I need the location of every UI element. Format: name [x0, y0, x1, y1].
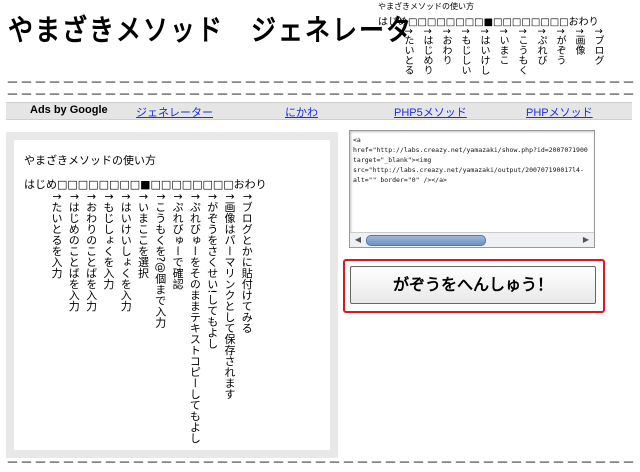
howto-column-label: ↑こうもくを?@個まで入力	[153, 192, 167, 329]
horizontal-scrollbar[interactable]: ◀ ▶	[350, 232, 594, 247]
howto-panel: やまざきメソッドの使い方 はじめ□□□□□□□□■□□□□□□□□おわり ↑たい…	[6, 132, 338, 458]
mini-column-label: ↑はいけし	[478, 27, 489, 76]
embed-code-line: href="http://labs.creazy.net/yamazaki/sh…	[353, 146, 588, 154]
mini-column-label: ↑おわり	[440, 27, 451, 66]
ad-link-generator[interactable]: ジェネレーター	[136, 104, 213, 120]
scrollbar-thumb[interactable]	[366, 235, 486, 246]
scroll-right-arrow-icon[interactable]: ▶	[580, 234, 592, 245]
howto-column-label: ↑画像はパーマリンクとして保存されます	[223, 192, 236, 400]
howto-column-label: ↑がぞうをさくせい!してもよし	[205, 192, 219, 349]
mini-column-label: ↑ブログ	[592, 27, 603, 66]
mini-column-label: ↑もじしい	[459, 27, 470, 76]
howto-column-label: ↑いまここを選択	[136, 192, 150, 279]
ad-link-php5-method[interactable]: PHP5メソッド	[394, 104, 467, 120]
howto-column-label: ↑もじしょくを入力	[101, 192, 115, 290]
mini-column-label: ↑はじめり	[421, 27, 432, 76]
howto-column-label: ↑はじめのことばを入力	[67, 192, 81, 312]
mini-howto-caption: やまざきメソッドの使い方	[378, 2, 474, 11]
page-title: やまざきメソッド ジェネレータ	[8, 13, 414, 48]
embed-code-textarea[interactable]: <a href="http://labs.creazy.net/yamazaki/…	[349, 130, 595, 248]
ad-bar: Ads by Google ジェネレーター にかわ PHP5メソッド PHPメソ…	[6, 102, 632, 120]
mini-column-label: ↑画像	[573, 27, 584, 56]
embed-code-text[interactable]: <a href="http://labs.creazy.net/yamazaki/…	[353, 135, 591, 227]
howto-content: やまざきメソッドの使い方 はじめ□□□□□□□□■□□□□□□□□おわり ↑たい…	[14, 140, 330, 450]
mini-column-label: ↑こうもく	[516, 27, 527, 76]
howto-title: やまざきメソッドの使い方	[24, 154, 156, 167]
edit-image-button[interactable]: がぞうをへんしゅう！	[350, 266, 596, 304]
ads-by-google-label[interactable]: Ads by Google	[30, 104, 108, 116]
embed-code-line: target="_blank"><img	[353, 156, 432, 164]
ad-link-php-method[interactable]: PHPメソッド	[526, 104, 593, 120]
howto-column-label: ↑ぷれびゅーをそのままテキストコピーしてもよし	[188, 192, 202, 444]
divider-bottom: －－－－－－－－－－－－－－－－－－－－－－－－－－－－－－－－－－－－－－－－…	[6, 456, 634, 471]
howto-column-label: ↑たいとるを入力	[50, 192, 63, 279]
howto-selector-row: はじめ□□□□□□□□■□□□□□□□□おわり	[24, 178, 267, 191]
embed-code-line: alt="" border="0" /></a>	[353, 176, 447, 184]
mini-column-label: ↑たいとる	[402, 27, 413, 76]
scroll-left-arrow-icon[interactable]: ◀	[352, 234, 364, 245]
mini-column-label: ↑ぷれび	[535, 27, 546, 66]
howto-column-label: ↑ぷれびゅーで確認	[171, 192, 185, 290]
mini-column-label: ↑いまこ	[497, 27, 508, 66]
howto-column-label: ↑ブログとかに貼付けてみる	[240, 192, 254, 334]
howto-column-label: ↑はいけいしょくを入力	[119, 192, 133, 312]
generate-button-highlight: がぞうをへんしゅう！	[343, 259, 605, 313]
embed-code-line: src="http://labs.creazy.net/yamazaki/out…	[353, 166, 584, 174]
ad-link-nikawa[interactable]: にかわ	[285, 104, 318, 120]
howto-column-label: ↑おわりのことばを入力	[84, 192, 98, 312]
mini-selector-row: はじめ□□□□□□□□■□□□□□□□□おわり	[378, 17, 599, 28]
mini-column-label: ↑がぞう	[554, 27, 565, 66]
embed-code-line: <a	[353, 136, 361, 144]
divider-top-2: －－－－－－－－－－－－－－－－－－－－－－－－－－－－－－－－－－－－－－－－…	[6, 88, 634, 103]
